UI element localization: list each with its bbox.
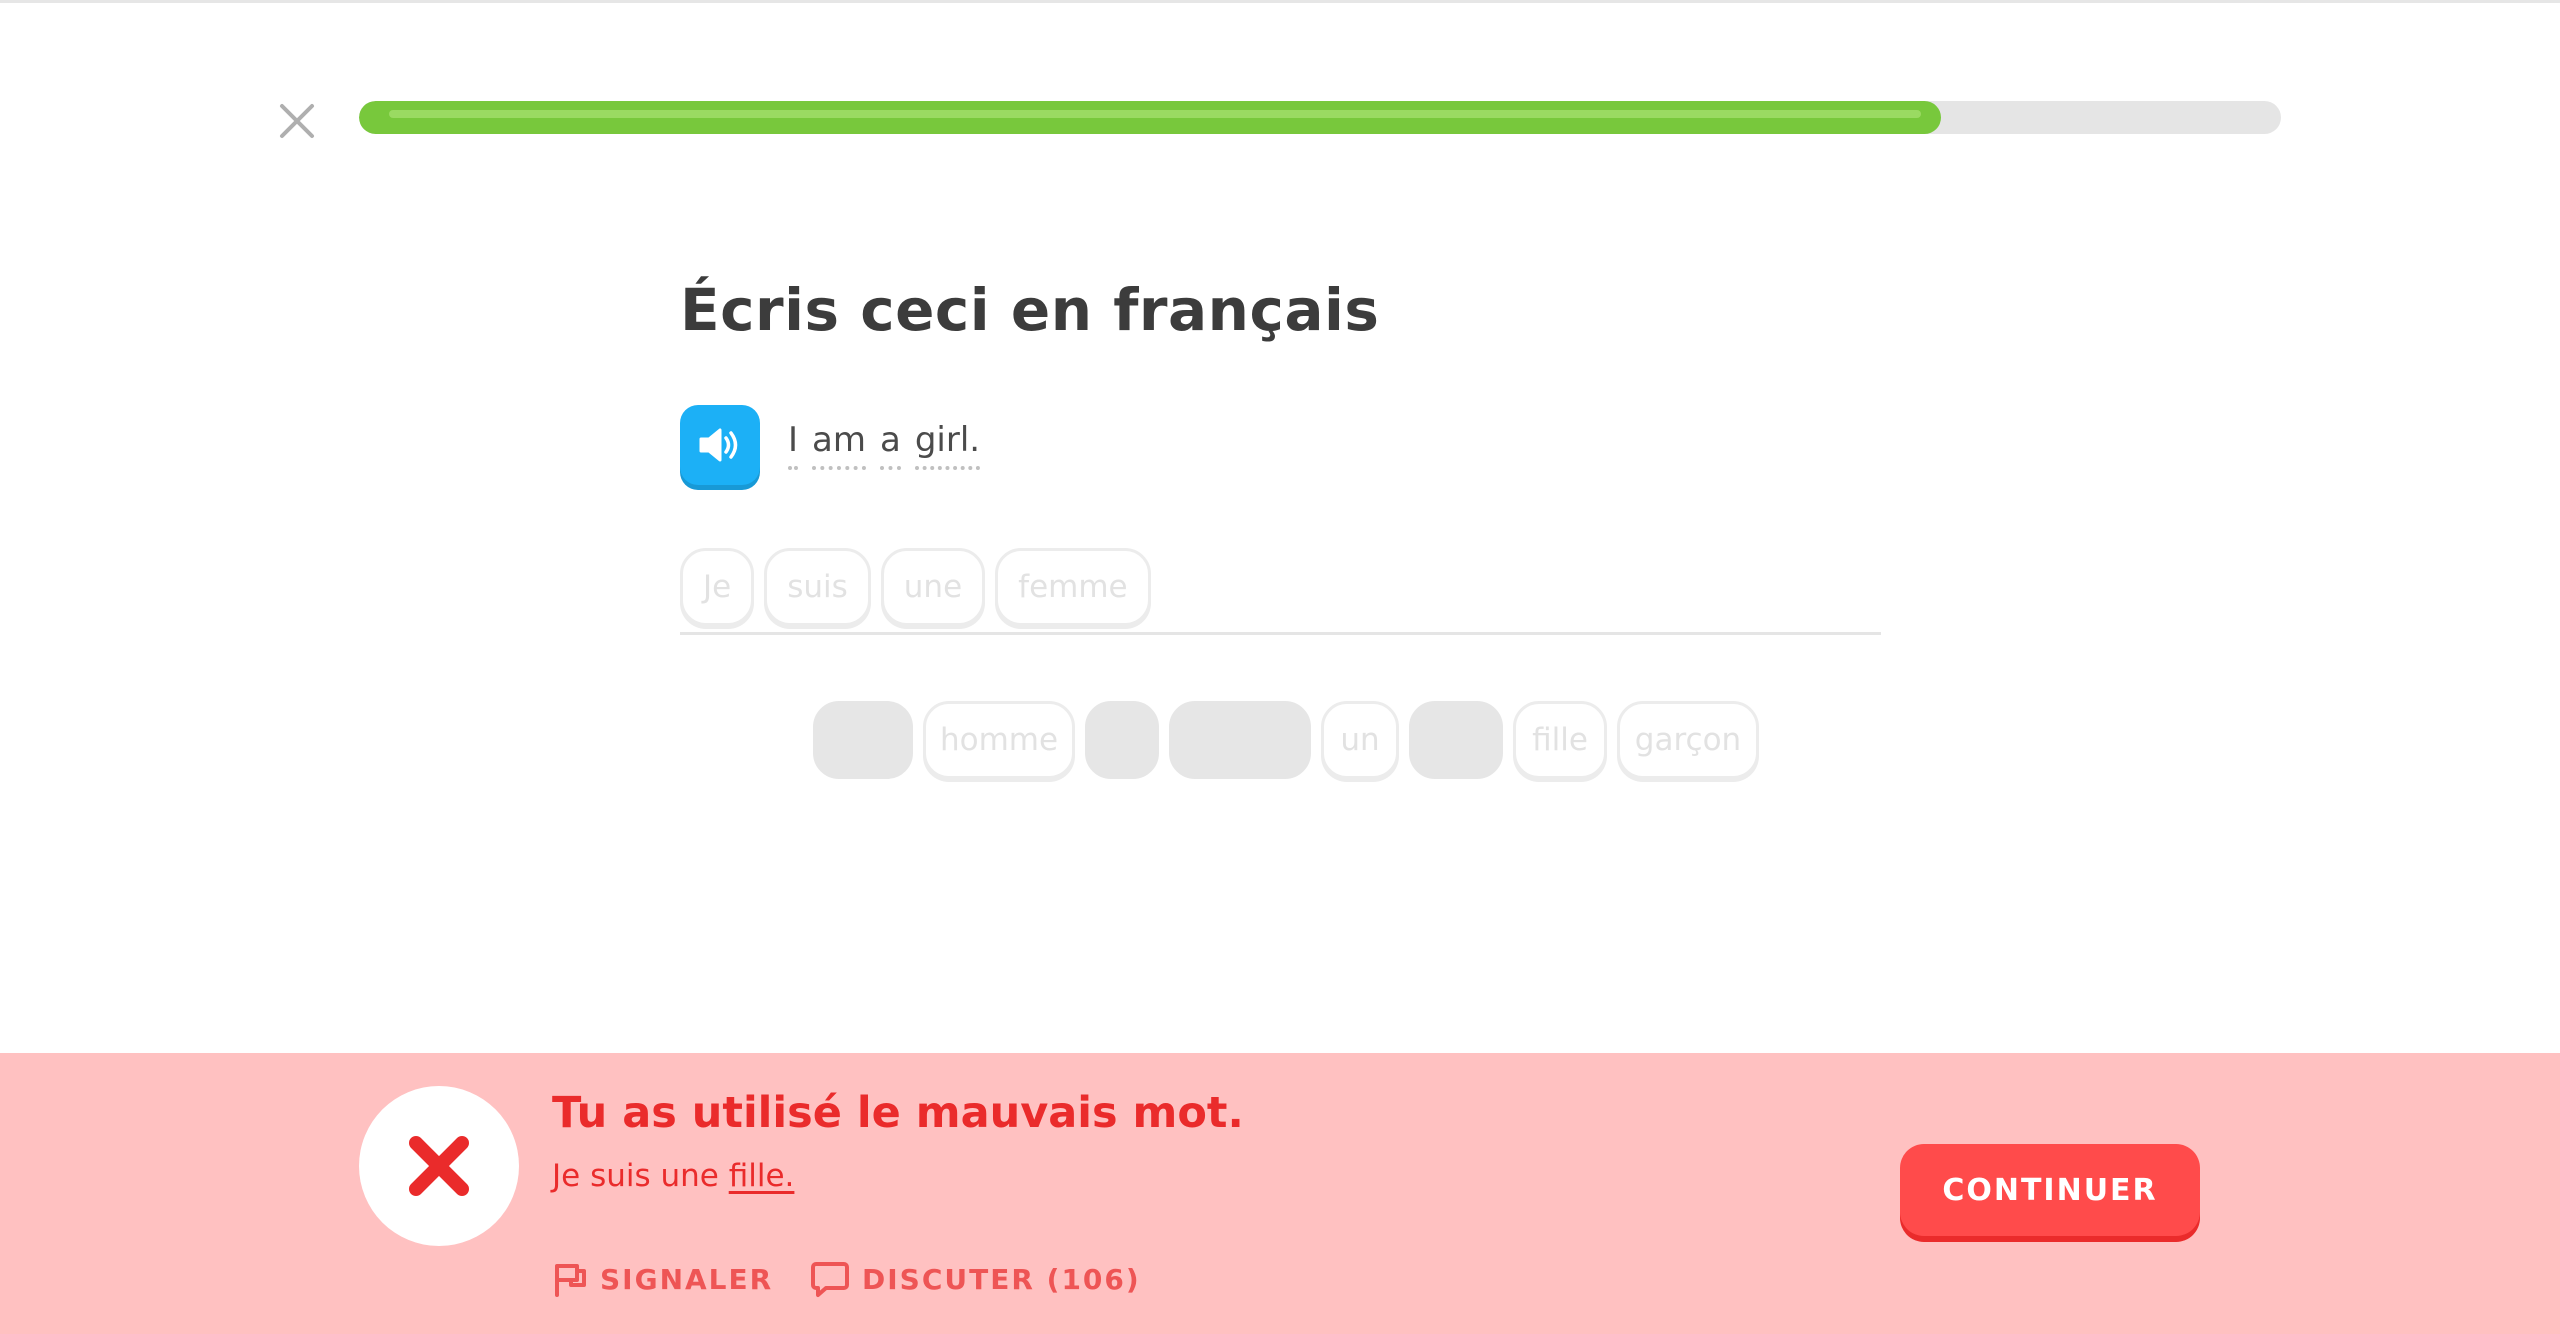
answer-underline — [680, 632, 1881, 635]
report-label: SIGNALER — [600, 1262, 774, 1296]
speech-bubble-icon — [811, 1262, 849, 1297]
close-icon — [280, 104, 314, 138]
word-bank-tile[interactable]: garçon — [1617, 701, 1759, 779]
prompt-word[interactable]: am — [812, 420, 866, 470]
word-bank-slot-used — [813, 701, 913, 779]
word-bank-slot-used — [1409, 701, 1503, 779]
lesson-progress-bar — [359, 101, 2281, 134]
answer-tile[interactable]: Je — [680, 548, 755, 626]
prompt-word[interactable]: girl. — [914, 420, 981, 470]
prompt-word[interactable]: I — [788, 420, 799, 470]
play-audio-button[interactable] — [680, 405, 760, 485]
answer-area: Je suis une femme — [680, 548, 1881, 632]
answer-tile[interactable]: femme — [995, 548, 1151, 626]
x-mark-icon — [409, 1136, 469, 1196]
correct-answer-highlight: fille. — [728, 1158, 795, 1194]
flag-icon — [555, 1264, 586, 1297]
word-bank: homme un fille garçon — [813, 701, 1759, 779]
feedback-title: Tu as utilisé le mauvais mot. — [552, 1088, 1244, 1138]
word-bank-tile[interactable]: un — [1321, 701, 1399, 779]
answer-tile[interactable]: suis — [764, 548, 871, 626]
speaker-icon — [699, 428, 738, 462]
prompt-sentence: I am a girl. — [788, 420, 981, 470]
discuss-button[interactable]: DISCUTER (106) — [810, 1260, 1141, 1298]
progress-highlight — [389, 110, 1921, 118]
answer-tile[interactable]: une — [880, 548, 986, 626]
feedback-status-badge — [359, 1086, 519, 1246]
correct-answer-text: Je suis une — [552, 1158, 729, 1194]
continue-button[interactable]: CONTINUER — [1900, 1144, 2200, 1236]
discuss-label: DISCUTER (106) — [862, 1262, 1141, 1296]
top-divider — [0, 0, 2560, 3]
correct-answer: Je suis une fille. — [552, 1158, 794, 1194]
word-bank-slot-used — [1085, 701, 1159, 779]
prompt-word[interactable]: a — [880, 420, 901, 470]
word-bank-tile[interactable]: fille — [1513, 701, 1607, 779]
progress-fill — [359, 101, 1941, 134]
word-bank-tile[interactable]: homme — [923, 701, 1075, 779]
word-bank-slot-used — [1169, 701, 1311, 779]
exercise-instruction: Écris ceci en français — [680, 276, 1380, 344]
report-button[interactable]: SIGNALER — [552, 1260, 773, 1298]
close-button[interactable] — [274, 98, 320, 144]
